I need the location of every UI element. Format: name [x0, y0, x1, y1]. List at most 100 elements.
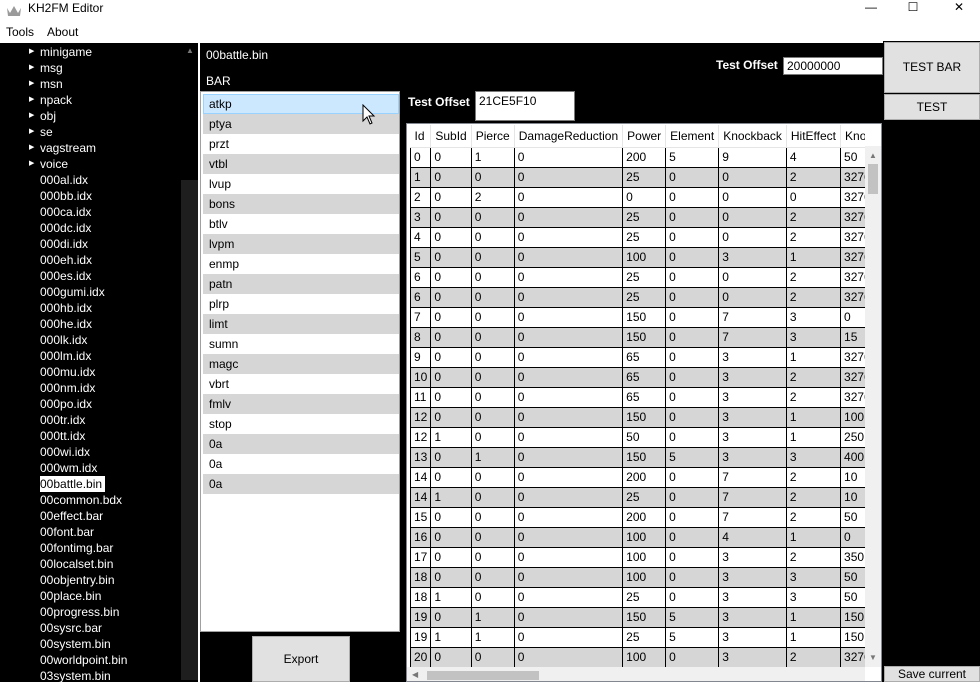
tree-folder[interactable]: ▶ se — [0, 124, 181, 140]
table-cell[interactable]: 0 — [513, 647, 623, 667]
table-cell[interactable]: 0 — [430, 607, 472, 628]
table-cell[interactable]: 3 — [718, 567, 787, 588]
table-cell[interactable]: 2 — [785, 507, 841, 528]
table-cell[interactable]: 7 — [718, 507, 787, 528]
table-cell[interactable]: 0 — [665, 647, 719, 667]
table-cell[interactable]: 25 — [622, 627, 666, 648]
table-cell[interactable]: 65 — [622, 367, 666, 388]
table-cell[interactable]: 0 — [718, 187, 787, 208]
tree-file[interactable]: 00objentry.bin — [0, 572, 181, 588]
table-row[interactable]: 19 0 1 0 150 5 3 1 150 — [409, 607, 865, 628]
tree-file[interactable]: 000tt.idx — [0, 428, 181, 444]
table-cell[interactable]: 0 — [430, 527, 472, 548]
table-cell[interactable]: 1 — [470, 447, 515, 468]
column-header[interactable]: Id — [410, 125, 432, 148]
table-cell[interactable]: 12 — [409, 407, 431, 428]
table-cell[interactable]: 7 — [409, 307, 431, 328]
tree-file[interactable]: 000dc.idx — [0, 220, 181, 236]
tree-file[interactable]: 00localset.bin — [0, 556, 181, 572]
table-cell[interactable]: 0 — [470, 527, 515, 548]
table-row[interactable]: 14 1 0 0 25 0 7 2 10 — [409, 487, 865, 508]
tree-file[interactable]: 000wi.idx — [0, 444, 181, 460]
table-cell[interactable]: 0 — [665, 167, 719, 188]
table-cell[interactable]: 50 — [840, 567, 865, 588]
tree-file[interactable]: 000di.idx — [0, 236, 181, 252]
table-cell[interactable]: 50 — [622, 427, 666, 448]
section-item[interactable]: vbrt — [203, 374, 399, 394]
section-item[interactable]: 0a — [203, 474, 399, 494]
table-cell[interactable]: 0 — [470, 467, 515, 488]
section-item[interactable]: lvpm — [203, 234, 399, 254]
table-cell[interactable]: 1 — [430, 487, 472, 508]
table-row[interactable]: 12 1 0 0 50 0 3 1 250 — [409, 427, 865, 448]
grid-horizontal-thumb[interactable] — [427, 671, 539, 680]
table-cell[interactable]: 1 — [470, 147, 515, 168]
table-cell[interactable]: 100 — [622, 247, 666, 268]
table-cell[interactable]: 6 — [409, 287, 431, 308]
table-cell[interactable]: 0 — [513, 527, 623, 548]
section-item[interactable]: vtbl — [203, 154, 399, 174]
tree-file[interactable]: 000lk.idx — [0, 332, 181, 348]
table-row[interactable]: 202000003276 — [409, 187, 865, 208]
table-row[interactable]: 4000250023276 — [409, 227, 865, 248]
table-cell[interactable]: 0 — [470, 167, 515, 188]
table-cell[interactable]: 1 — [470, 627, 515, 648]
table-cell[interactable]: 3276 — [840, 227, 865, 248]
tree-folder[interactable]: ▶ minigame — [0, 44, 181, 60]
table-cell[interactable]: 0 — [409, 147, 431, 168]
table-cell[interactable]: 14 — [409, 467, 431, 488]
table-cell[interactable]: 2 — [785, 167, 841, 188]
table-cell[interactable]: 0 — [718, 287, 787, 308]
section-item[interactable]: limt — [203, 314, 399, 334]
table-cell[interactable]: 0 — [470, 267, 515, 288]
table-cell[interactable]: 8 — [409, 327, 431, 348]
table-cell[interactable]: 5 — [665, 147, 719, 168]
tree-file[interactable]: 00place.bin — [0, 588, 181, 604]
section-item[interactable]: lvup — [203, 174, 399, 194]
table-cell[interactable]: 0 — [785, 187, 841, 208]
table-row[interactable]: 9000650313276 — [409, 347, 865, 368]
table-cell[interactable]: 65 — [622, 347, 666, 368]
tree-file[interactable]: 000al.idx — [0, 172, 181, 188]
table-cell[interactable]: 0 — [430, 347, 472, 368]
table-cell[interactable]: 5 — [665, 447, 719, 468]
section-item[interactable]: bons — [203, 194, 399, 214]
table-cell[interactable]: 25 — [622, 587, 666, 608]
menu-tools[interactable]: Tools — [6, 25, 34, 39]
table-cell[interactable]: 3276 — [840, 287, 865, 308]
table-cell[interactable]: 0 — [430, 227, 472, 248]
table-cell[interactable]: 5 — [665, 607, 719, 628]
table-cell[interactable]: 0 — [513, 547, 623, 568]
table-cell[interactable]: 9 — [718, 147, 787, 168]
tree-file[interactable]: 000tr.idx — [0, 412, 181, 428]
table-cell[interactable]: 4 — [785, 147, 841, 168]
table-cell[interactable]: 0 — [665, 307, 719, 328]
table-cell[interactable]: 100 — [622, 567, 666, 588]
tree-folder[interactable]: ▶ msn — [0, 76, 181, 92]
table-cell[interactable]: 19 — [409, 627, 431, 648]
table-cell[interactable]: 2 — [785, 487, 841, 508]
test-button[interactable]: TEST — [884, 94, 980, 120]
expand-arrow-icon[interactable]: ▶ — [29, 108, 34, 124]
table-cell[interactable]: 7 — [718, 487, 787, 508]
table-row[interactable]: 16 0 0 0 100 0 4 1 0 — [409, 527, 865, 548]
table-cell[interactable]: 0 — [430, 567, 472, 588]
tree-folder[interactable]: ▶ obj — [0, 108, 181, 124]
table-row[interactable]: 15 0 0 0 200 0 7 2 50 — [409, 507, 865, 528]
table-cell[interactable]: 0 — [665, 547, 719, 568]
table-cell[interactable]: 2 — [785, 467, 841, 488]
grid-vertical-thumb[interactable] — [868, 164, 878, 194]
table-cell[interactable]: 200 — [622, 467, 666, 488]
table-cell[interactable]: 16 — [409, 527, 431, 548]
table-cell[interactable]: 1 — [470, 607, 515, 628]
table-cell[interactable]: 3 — [718, 427, 787, 448]
expand-arrow-icon[interactable]: ▶ — [29, 92, 34, 108]
table-cell[interactable]: 0 — [470, 427, 515, 448]
table-cell[interactable]: 0 — [470, 327, 515, 348]
table-cell[interactable]: 25 — [622, 267, 666, 288]
table-cell[interactable]: 3 — [785, 447, 841, 468]
table-cell[interactable]: 0 — [430, 547, 472, 568]
close-button[interactable]: ✕ — [936, 0, 980, 24]
table-cell[interactable]: 0 — [513, 227, 623, 248]
table-cell[interactable]: 14 — [409, 487, 431, 508]
